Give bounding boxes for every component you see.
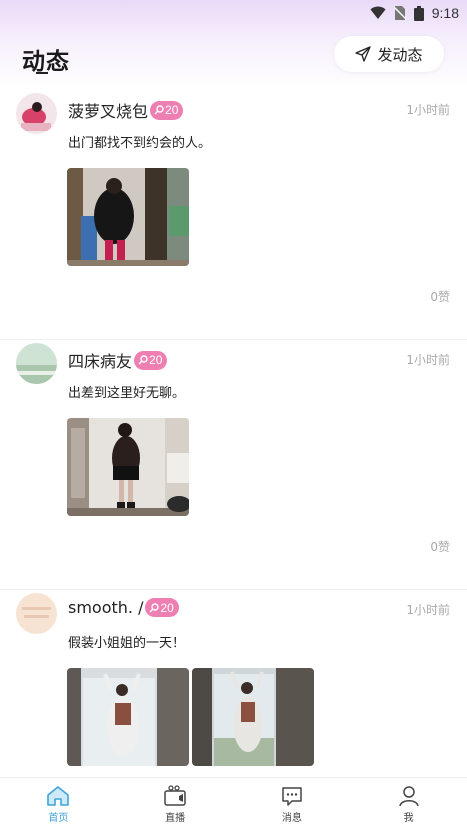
- tab-home-label: 首页: [48, 813, 69, 824]
- post-content: 出差到这里好无聊。: [68, 386, 186, 401]
- like-count[interactable]: 0赞: [430, 288, 450, 305]
- send-icon: [355, 46, 372, 62]
- badge-icon: [149, 602, 160, 612]
- level-badge: 20: [134, 350, 168, 370]
- post-content: 出门都找不到约会的人。: [68, 136, 212, 151]
- feed-post[interactable]: 菠萝叉烧包 20 1小时前 出门都找不到约会的人。 0赞: [0, 90, 467, 340]
- bottom-tab-bar: 首页 直播 消息 我: [0, 777, 467, 831]
- feed-post[interactable]: 四床病友 20 1小时前 出差到这里好无聊。 0赞: [0, 340, 467, 590]
- message-icon: [282, 787, 302, 806]
- tab-messages[interactable]: 消息: [234, 778, 351, 831]
- user-icon: [398, 786, 419, 807]
- home-icon: [47, 786, 70, 806]
- user-name[interactable]: 四床病友: [68, 348, 132, 372]
- status-time: 9:18: [431, 5, 459, 21]
- no-sim-icon: [393, 6, 406, 20]
- feed-list[interactable]: 菠萝叉烧包 20 1小时前 出门都找不到约会的人。 0赞 四床病友 20 1小时…: [0, 90, 467, 831]
- user-name[interactable]: smooth. /: [68, 598, 143, 617]
- avatar[interactable]: [16, 93, 57, 134]
- tab-live-label: 直播: [165, 813, 186, 824]
- user-name[interactable]: 菠萝叉烧包: [68, 98, 148, 122]
- post-photo[interactable]: [67, 418, 189, 516]
- post-photo[interactable]: [192, 668, 314, 766]
- post-time: 1小时前: [406, 353, 450, 367]
- tab-live[interactable]: 直播: [117, 778, 234, 831]
- level-badge: 20: [150, 100, 184, 120]
- title-underline: [36, 72, 48, 74]
- avatar[interactable]: [16, 343, 57, 384]
- status-bar: 9:18: [370, 0, 459, 26]
- post-moment-label: 发动态: [377, 45, 423, 64]
- level-badge-value: 20: [165, 103, 179, 117]
- tab-me[interactable]: 我: [350, 778, 467, 831]
- tab-me-label: 我: [403, 813, 414, 824]
- post-time: 1小时前: [406, 603, 450, 617]
- level-badge: 20: [145, 598, 179, 617]
- page-title: 动态: [22, 49, 70, 75]
- avatar[interactable]: [16, 593, 57, 634]
- post-time: 1小时前: [406, 103, 450, 117]
- post-photo[interactable]: [67, 668, 189, 766]
- live-tv-icon: [164, 785, 186, 806]
- battery-icon: [413, 5, 424, 21]
- level-badge-value: 20: [149, 353, 163, 367]
- tab-home[interactable]: 首页: [0, 778, 117, 831]
- wifi-icon: [370, 6, 386, 19]
- level-badge-value: 20: [160, 600, 174, 615]
- post-photo[interactable]: [67, 168, 189, 266]
- tab-messages-label: 消息: [281, 813, 302, 824]
- post-content: 假装小姐姐的一天！: [68, 636, 186, 651]
- post-moment-button[interactable]: 发动态: [334, 36, 444, 72]
- badge-icon: [138, 355, 148, 365]
- like-count[interactable]: 0赞: [430, 538, 450, 555]
- badge-icon: [154, 105, 164, 115]
